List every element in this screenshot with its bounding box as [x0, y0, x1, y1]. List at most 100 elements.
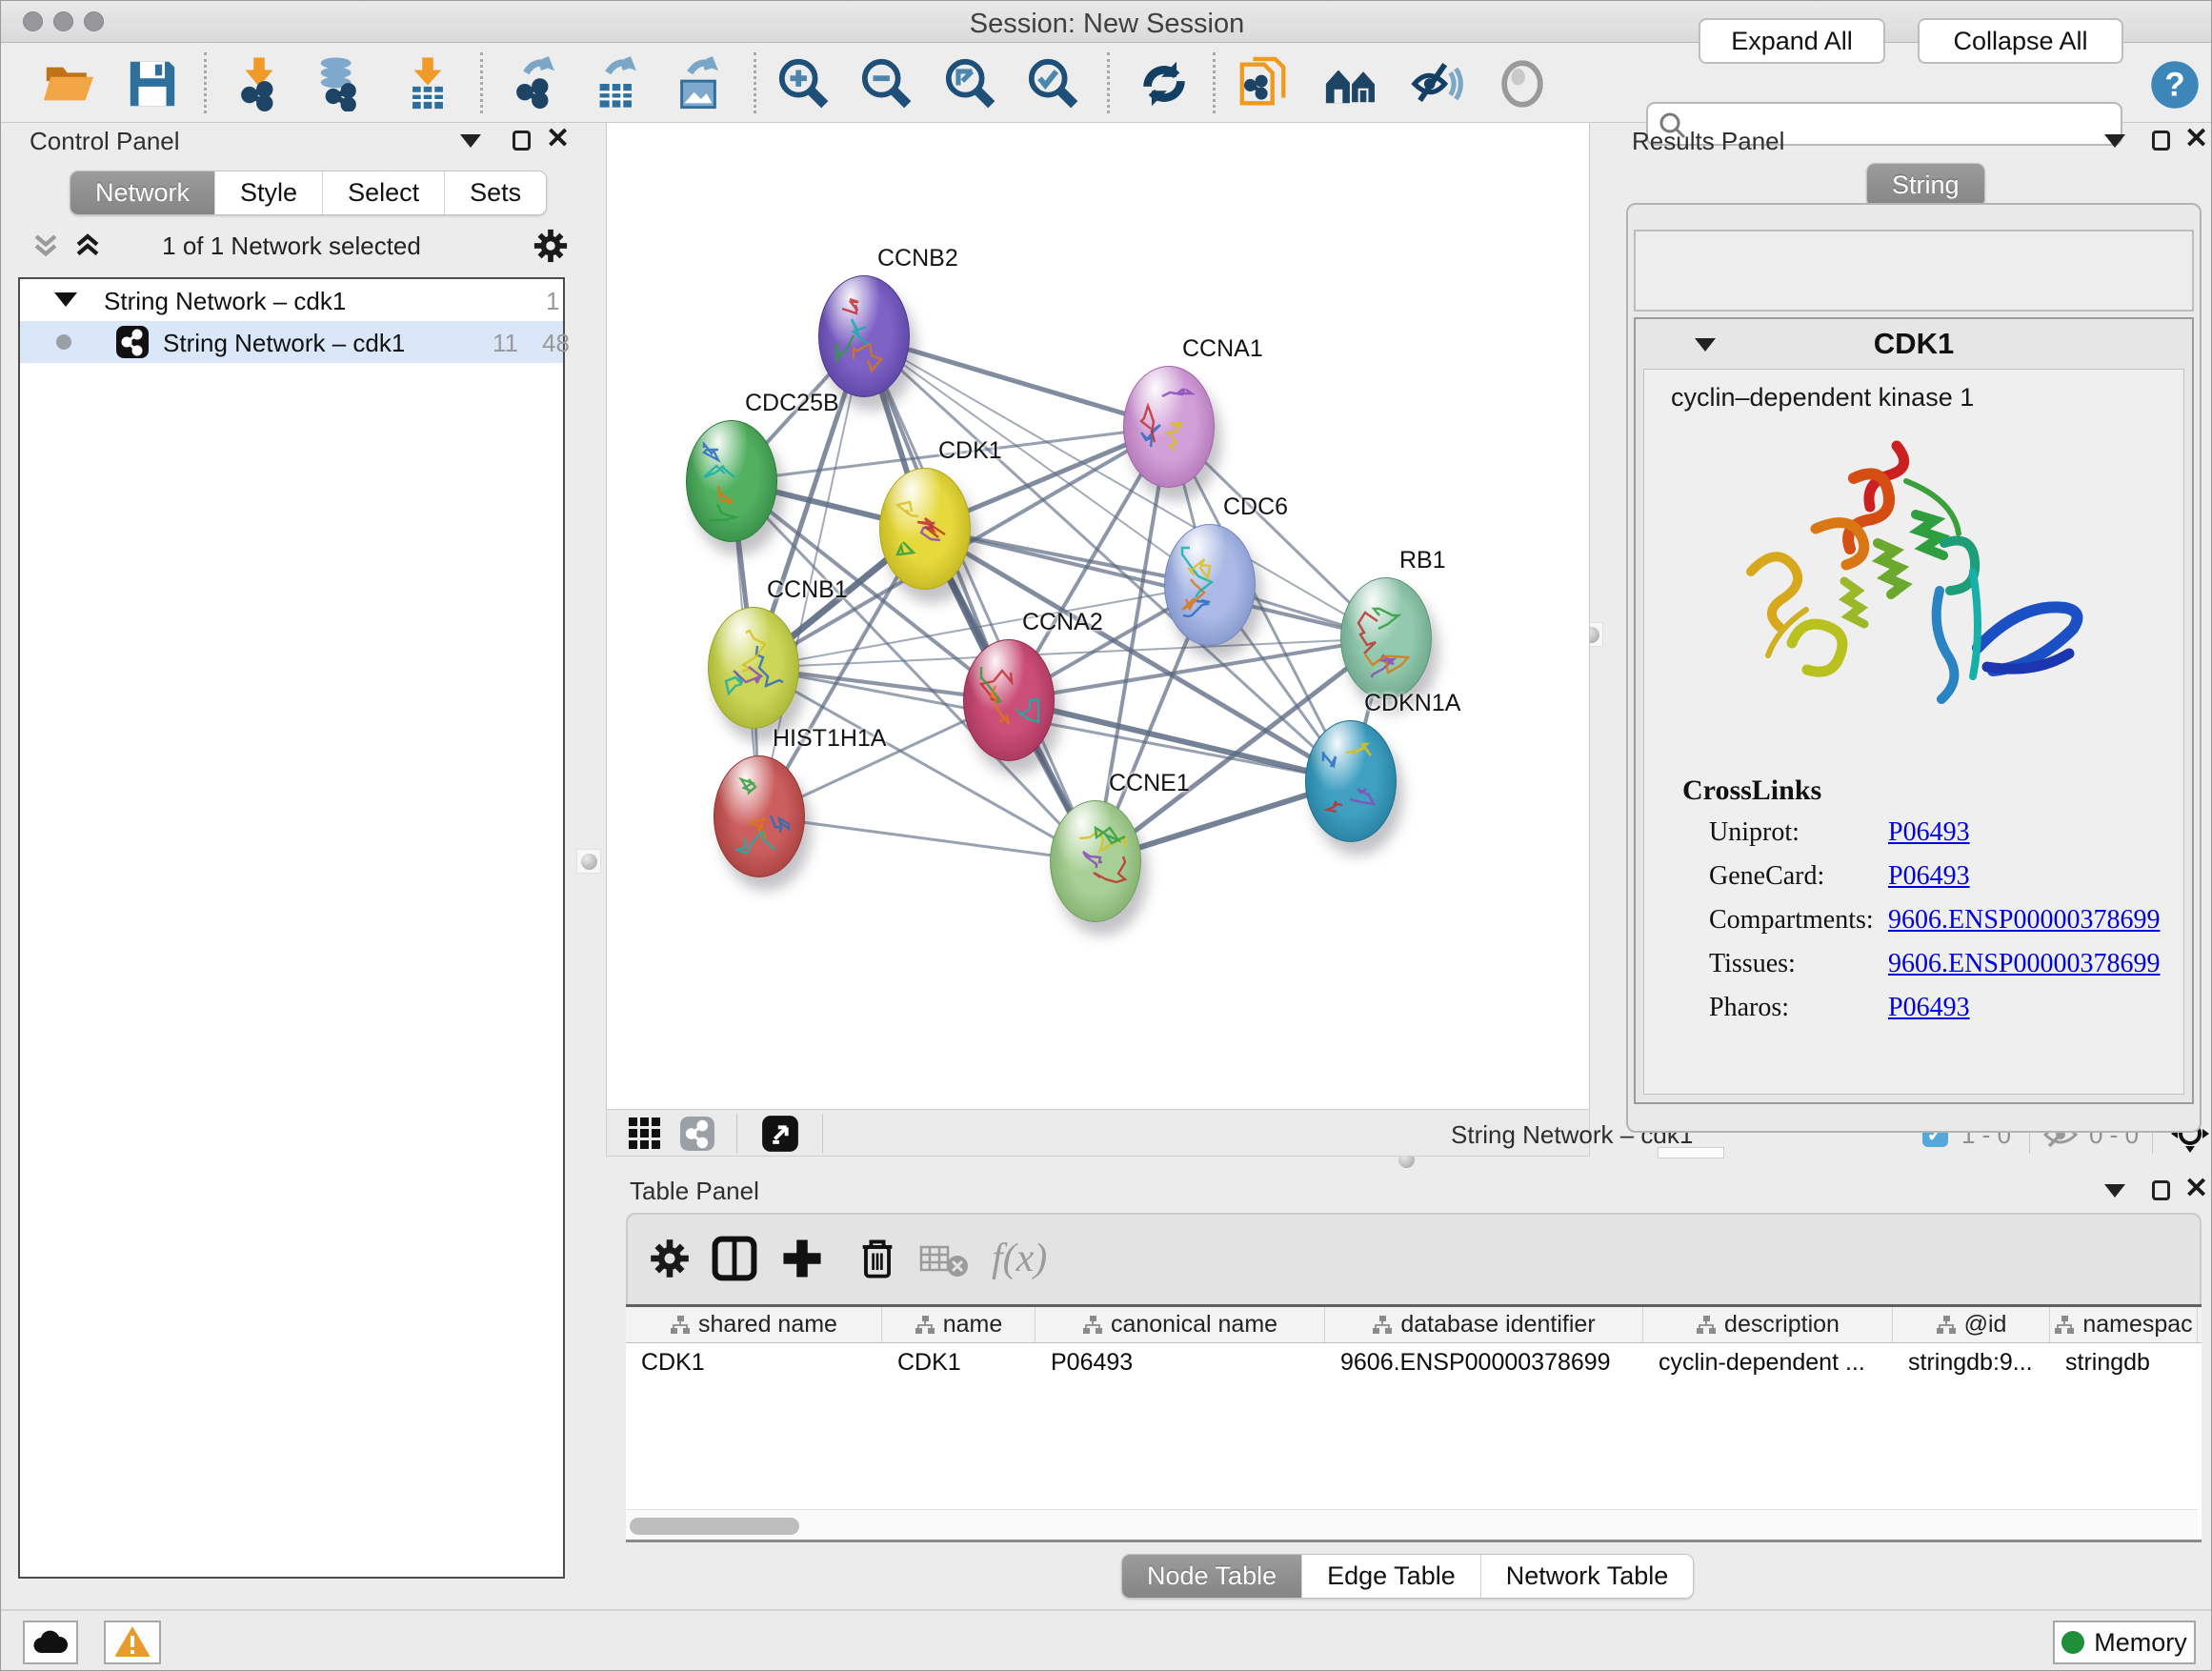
cell-canonical-name[interactable]: P06493: [1036, 1343, 1325, 1383]
column-header-shared-name[interactable]: shared name: [626, 1307, 882, 1342]
edge-CCNB2-CCNA1[interactable]: [864, 336, 1169, 427]
network-collection-row[interactable]: String Network – cdk1 1: [20, 279, 563, 321]
panel-close-icon[interactable]: ✕: [2184, 1178, 2208, 1199]
node-description: cyclin–dependent kinase 1: [1671, 383, 1974, 413]
detach-view-icon[interactable]: [761, 1115, 799, 1153]
network-options-gear-icon[interactable]: [533, 228, 569, 264]
collection-expand-icon[interactable]: [54, 292, 77, 307]
column-header-database-identifier[interactable]: database identifier: [1325, 1307, 1643, 1342]
export-image-icon[interactable]: [671, 56, 726, 111]
cloud-button[interactable]: [23, 1621, 78, 1664]
table-options-gear-icon[interactable]: [649, 1238, 691, 1279]
edge-CCNB2-CCNE1[interactable]: [864, 336, 1096, 861]
cell-namespac[interactable]: stringdb: [2050, 1343, 2198, 1383]
open-session-icon[interactable]: [41, 56, 96, 111]
refresh-icon[interactable]: [1136, 56, 1192, 111]
node-CCNB2[interactable]: [818, 275, 910, 397]
network-canvas[interactable]: CCNB2CCNA1CDC25BCDK1CDC6RB1CCNB1CCNA2CDK…: [606, 123, 1590, 1109]
export-network-icon[interactable]: [507, 56, 562, 111]
node-RB1[interactable]: [1340, 577, 1432, 699]
cell-name[interactable]: CDK1: [882, 1343, 1036, 1383]
delete-table-icon[interactable]: [919, 1241, 969, 1279]
node-CCNB1[interactable]: [708, 607, 799, 729]
crosslink-link[interactable]: P06493: [1888, 817, 1970, 848]
column-header-@id[interactable]: @id: [1893, 1307, 2050, 1342]
cell-database-identifier[interactable]: 9606.ENSP00000378699: [1325, 1343, 1643, 1383]
crosslink-link[interactable]: P06493: [1888, 993, 1970, 1023]
highlight-icon[interactable]: [1495, 56, 1550, 111]
table-row[interactable]: CDK1CDK1P064939606.ENSP00000378699cyclin…: [626, 1343, 2202, 1383]
crosslink-link[interactable]: 9606.ENSP00000378699: [1888, 905, 2160, 936]
node-label-CCNB2: CCNB2: [877, 245, 958, 272]
node-CCNA2[interactable]: [963, 639, 1055, 761]
show-hide-icon[interactable]: [1409, 56, 1464, 111]
node-CDKN1A[interactable]: [1305, 720, 1397, 842]
node-CDC25B[interactable]: [686, 420, 777, 542]
node-CCNE1[interactable]: [1050, 800, 1141, 922]
panel-float-icon[interactable]: [2152, 131, 2170, 151]
tab-string[interactable]: String: [1867, 164, 1984, 207]
import-network-file-icon[interactable]: [231, 56, 287, 111]
zoom-fit-icon[interactable]: [943, 56, 998, 111]
scrollbar-thumb[interactable]: [630, 1518, 799, 1535]
zoom-out-icon[interactable]: [859, 56, 915, 111]
node-HIST1H1A[interactable]: [714, 755, 805, 877]
import-table-file-icon[interactable]: [400, 56, 455, 111]
column-header-description[interactable]: description: [1643, 1307, 1893, 1342]
string-view-icon[interactable]: [679, 1116, 715, 1152]
cell-shared-name[interactable]: CDK1: [626, 1343, 882, 1383]
cell-@id[interactable]: stringdb:9...: [1893, 1343, 2050, 1383]
export-table-icon[interactable]: [589, 56, 644, 111]
clone-network-icon[interactable]: [1237, 56, 1292, 111]
expand-all-button[interactable]: Expand All: [1699, 18, 1885, 64]
tab-edge-table[interactable]: Edge Table: [1302, 1555, 1481, 1598]
birds-eye-grid-icon[interactable]: [628, 1117, 662, 1151]
zoom-selected-icon[interactable]: [1026, 56, 1081, 111]
table-panel-title: Table Panel: [630, 1177, 759, 1206]
collection-count: 1: [546, 287, 559, 316]
table-horizontal-scrollbar[interactable]: [626, 1509, 2198, 1542]
node-label-CCNA2: CCNA2: [1022, 609, 1103, 636]
function-builder-icon[interactable]: f(x): [992, 1236, 1047, 1281]
crosslink-link[interactable]: P06493: [1888, 861, 1970, 892]
collapse-all-button[interactable]: Collapse All: [1918, 18, 2123, 64]
tab-network[interactable]: Network: [70, 171, 215, 214]
panel-float-icon[interactable]: [2152, 1180, 2170, 1200]
edge-HIST1H1A-CCNE1[interactable]: [759, 816, 1096, 861]
node-CCNA1[interactable]: [1123, 366, 1215, 488]
save-session-icon[interactable]: [125, 56, 180, 111]
node-label-HIST1H1A: HIST1H1A: [773, 725, 886, 753]
node-label-CCNA1: CCNA1: [1182, 335, 1263, 363]
tab-node-table[interactable]: Node Table: [1122, 1555, 1302, 1598]
first-neighbors-icon[interactable]: [1323, 56, 1378, 111]
tab-select[interactable]: Select: [323, 171, 445, 214]
import-network-database-icon[interactable]: [312, 56, 368, 111]
tab-sets[interactable]: Sets: [445, 171, 546, 214]
panel-menu-icon[interactable]: [460, 134, 481, 148]
node-table: shared namenamecanonical namedatabase id…: [626, 1304, 2202, 1542]
node-CDK1[interactable]: [879, 468, 971, 590]
tab-network-table[interactable]: Network Table: [1481, 1555, 1694, 1598]
crosslink-link[interactable]: 9606.ENSP00000378699: [1888, 949, 2160, 979]
left-splitter-handle[interactable]: [576, 849, 601, 874]
warnings-button[interactable]: [104, 1621, 161, 1664]
memory-button[interactable]: Memory: [2053, 1621, 2196, 1664]
panel-close-icon[interactable]: ✕: [2184, 129, 2208, 150]
panel-menu-icon[interactable]: [2104, 134, 2125, 148]
add-column-icon[interactable]: [780, 1237, 824, 1280]
delete-column-icon[interactable]: [856, 1237, 898, 1280]
node-CDC6[interactable]: [1164, 524, 1256, 646]
panel-float-icon[interactable]: [513, 131, 531, 151]
column-header-canonical-name[interactable]: canonical name: [1036, 1307, 1325, 1342]
show-columns-icon[interactable]: [712, 1236, 757, 1281]
tab-style[interactable]: Style: [215, 171, 323, 214]
network-row[interactable]: String Network – cdk1 11 48: [20, 321, 563, 363]
zoom-in-icon[interactable]: [776, 56, 832, 111]
column-header-name[interactable]: name: [882, 1307, 1036, 1342]
column-header-namespac[interactable]: namespac: [2050, 1307, 2198, 1342]
help-icon[interactable]: ?: [2150, 60, 2200, 110]
card-scrollbar-notch[interactable]: [1658, 1147, 1724, 1158]
panel-close-icon[interactable]: ✕: [546, 129, 570, 150]
cell-description[interactable]: cyclin-dependent ...: [1643, 1343, 1893, 1383]
panel-menu-icon[interactable]: [2104, 1184, 2125, 1198]
